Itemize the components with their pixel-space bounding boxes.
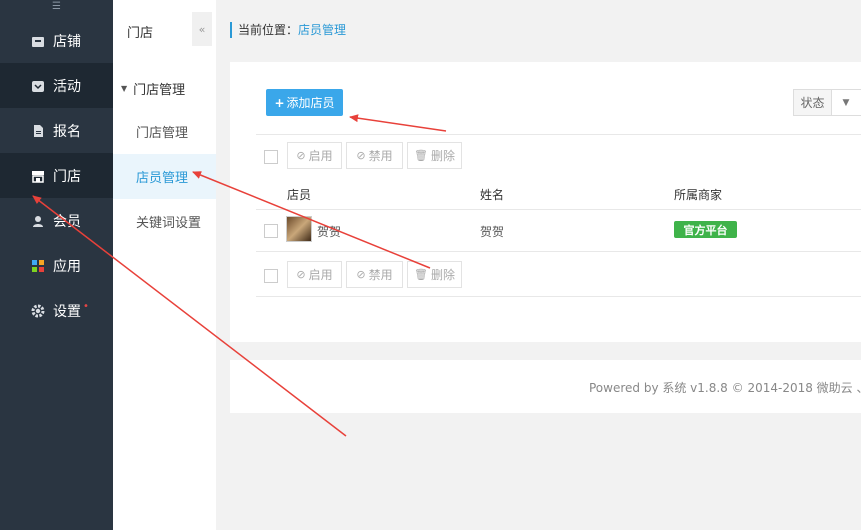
- trash-icon: 🗑: [414, 268, 428, 281]
- ban-icon: ⊘: [356, 149, 366, 162]
- subnav-item-label: 关键词设置: [136, 216, 202, 231]
- sidebar-item-shop[interactable]: 店铺: [0, 18, 113, 63]
- trash-icon: 🗑: [414, 149, 428, 162]
- disable-button-bottom[interactable]: ⊘ 禁用: [346, 261, 403, 288]
- enable-label: 启用: [308, 149, 333, 163]
- subnav-title: 门店: [127, 26, 154, 41]
- delete-button[interactable]: 🗑 删除: [407, 142, 462, 169]
- subnav-group-label: 门店管理: [133, 83, 186, 98]
- sidebar-item-label: 会员: [53, 213, 81, 230]
- column-header-merchant: 所属商家: [674, 188, 723, 202]
- plus-icon: +: [274, 95, 285, 110]
- status-filter-select[interactable]: 状态 ▼: [793, 89, 861, 116]
- menu-collapse-icon[interactable]: ☰: [0, 0, 113, 13]
- sidebar-item-store[interactable]: 门店: [0, 153, 113, 198]
- divider: [256, 296, 861, 297]
- sidebar-item-label: 活动: [53, 78, 81, 95]
- divider: [256, 251, 861, 252]
- column-header-name: 姓名: [480, 188, 505, 202]
- select-all-checkbox[interactable]: [264, 150, 278, 164]
- subnav-item-clerk-management[interactable]: 店员管理: [113, 154, 216, 199]
- row-checkbox[interactable]: [264, 224, 278, 238]
- shop-icon: [31, 34, 45, 48]
- enable-button-bottom[interactable]: ⊘ 启用: [287, 261, 342, 288]
- disable-label: 禁用: [368, 268, 393, 282]
- store-icon: [31, 169, 45, 183]
- status-filter-label: 状态: [794, 90, 832, 115]
- breadcrumb-prefix: 当前位置：: [238, 23, 299, 37]
- disable-label: 禁用: [368, 149, 393, 163]
- subnav-item-label: 门店管理: [136, 126, 189, 141]
- breadcrumb-current[interactable]: 店员管理: [298, 23, 346, 37]
- main-sidebar: ☰ 店铺 活动 报名 门店 会员 应用 设置 •: [0, 0, 113, 530]
- sidebar-item-member[interactable]: 会员: [0, 198, 113, 243]
- chevron-down-icon: ▼: [842, 97, 850, 108]
- disable-button[interactable]: ⊘ 禁用: [346, 142, 403, 169]
- user-icon: [31, 214, 45, 228]
- sidebar-item-settings[interactable]: 设置 •: [0, 288, 113, 333]
- clerk-list-panel: + 添加店员 状态 ▼ ⊘ 启用 ⊘ 禁用 🗑 删除 店员 姓名 所属商家 贺贺…: [230, 62, 861, 342]
- caret-down-icon: ▼: [121, 84, 128, 93]
- activity-icon: [31, 79, 45, 93]
- collapse-subnav-icon[interactable]: «: [192, 12, 212, 46]
- enable-label: 启用: [308, 268, 333, 282]
- footer-copyright: Powered by 系统 v1.8.8 © 2014-2018 微助云 、: [589, 381, 861, 395]
- delete-label: 删除: [430, 149, 455, 163]
- gear-icon: [31, 304, 45, 318]
- main-content: 当前位置：店员管理 + 添加店员 状态 ▼ ⊘ 启用 ⊘ 禁用 🗑 删除 店员 …: [216, 0, 861, 530]
- add-clerk-label: 添加店员: [286, 96, 335, 110]
- ban-icon: ⊘: [356, 268, 366, 281]
- clerk-nickname: 贺贺: [317, 225, 342, 239]
- delete-label: 删除: [430, 268, 455, 282]
- subnav-group-store-management[interactable]: ▼ 门店管理: [121, 79, 185, 98]
- column-header-clerk: 店员: [287, 188, 312, 202]
- clerk-name: 贺贺: [480, 225, 505, 239]
- check-circle-icon: ⊘: [296, 149, 306, 162]
- breadcrumb: 当前位置：店员管理: [230, 22, 346, 38]
- sidebar-item-label: 设置: [53, 303, 81, 320]
- sidebar-item-label: 门店: [53, 168, 81, 185]
- divider: [256, 209, 861, 210]
- delete-button-bottom[interactable]: 🗑 删除: [407, 261, 462, 288]
- select-all-checkbox-bottom[interactable]: [264, 269, 278, 283]
- sidebar-item-activity[interactable]: 活动: [0, 63, 113, 108]
- document-icon: [31, 124, 45, 138]
- sidebar-item-label: 店铺: [53, 33, 81, 50]
- subnav-item-label: 店员管理: [136, 171, 189, 186]
- apps-icon: [31, 259, 45, 273]
- sidebar-item-apps[interactable]: 应用: [0, 243, 113, 288]
- subnav-item-store-management[interactable]: 门店管理: [113, 109, 216, 154]
- sub-navigation: 门店 ▼ 门店管理 门店管理 店员管理 关键词设置: [113, 0, 216, 530]
- sidebar-item-signup[interactable]: 报名: [0, 108, 113, 153]
- sidebar-item-label: 应用: [53, 258, 81, 275]
- add-clerk-button[interactable]: + 添加店员: [266, 89, 343, 116]
- check-circle-icon: ⊘: [296, 268, 306, 281]
- divider: [256, 134, 861, 135]
- subnav-item-keyword-settings[interactable]: 关键词设置: [113, 199, 216, 244]
- notification-dot: •: [83, 301, 89, 312]
- avatar: [286, 216, 312, 242]
- enable-button[interactable]: ⊘ 启用: [287, 142, 342, 169]
- footer: Powered by 系统 v1.8.8 © 2014-2018 微助云 、: [230, 360, 861, 413]
- merchant-badge: 官方平台: [674, 221, 737, 238]
- sidebar-item-label: 报名: [53, 123, 81, 140]
